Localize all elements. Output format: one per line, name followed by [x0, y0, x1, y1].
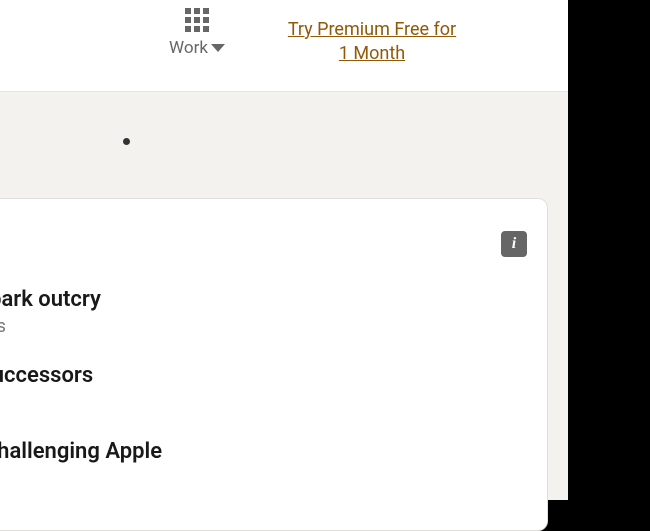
- news-item[interactable]: s spark outcry aders: [0, 287, 527, 337]
- top-navbar: Work Try Premium Free for 1 Month: [0, 0, 568, 92]
- work-menu[interactable]: Work: [152, 8, 242, 58]
- news-title: et challenging Apple: [0, 439, 527, 464]
- news-title: s spark outcry: [0, 287, 527, 312]
- work-label: Work: [169, 38, 208, 58]
- news-subtitle: ers: [0, 392, 527, 413]
- news-item[interactable]: 's successors ers: [0, 363, 527, 413]
- info-icon[interactable]: i: [501, 231, 527, 257]
- news-list: s spark outcry aders 's successors ers e…: [0, 287, 527, 464]
- premium-cta-link[interactable]: Try Premium Free for 1 Month: [282, 18, 462, 67]
- news-card: i s spark outcry aders 's successors ers…: [0, 198, 548, 531]
- news-title: 's successors: [0, 363, 527, 388]
- apps-grid-icon: [185, 8, 209, 32]
- bullet-dot: [123, 138, 130, 145]
- chevron-down-icon: [211, 44, 225, 52]
- work-label-row: Work: [169, 38, 225, 58]
- news-item[interactable]: et challenging Apple: [0, 439, 527, 464]
- news-subtitle: aders: [0, 316, 527, 337]
- page-viewport: Work Try Premium Free for 1 Month i s sp…: [0, 0, 568, 500]
